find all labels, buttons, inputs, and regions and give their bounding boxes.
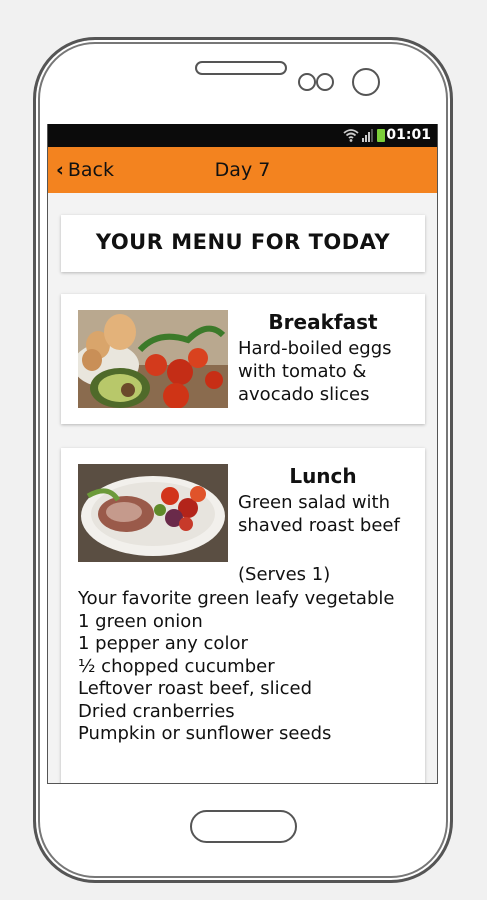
top-nav-bar: ‹ Back Day 7 [48, 147, 437, 193]
menu-title-card: YOUR MENU FOR TODAY [61, 215, 425, 272]
front-camera [352, 68, 380, 96]
wifi-icon [343, 129, 359, 142]
light-sensor [316, 73, 334, 91]
breakfast-card[interactable]: Breakfast Hard-boiled eggs with tomato &… [61, 294, 425, 424]
status-bar: 01:01 [48, 124, 437, 147]
lunch-serves: (Serves 1) [238, 564, 331, 585]
ingredient-item: 1 pepper any color [78, 633, 248, 654]
phone-speaker [195, 61, 287, 75]
ingredient-item: ½ chopped cucumber [78, 655, 275, 677]
page-title: Day 7 [214, 159, 271, 181]
status-time: 01:01 [386, 127, 431, 143]
ingredient-item: Dried cranberries [78, 700, 235, 722]
ingredient-item: Pumpkin or sunflower seeds [78, 723, 332, 744]
lunch-image [78, 464, 228, 562]
lunch-card[interactable]: Lunch Green salad with shaved roast beef… [61, 448, 425, 783]
lunch-ingredients-list: Your favorite green leafy vegetable 1 gr… [78, 588, 413, 746]
content-area[interactable]: YOUR MENU FOR TODAY Breakfast Hard-boile… [48, 193, 437, 783]
lunch-description: Green salad with shaved roast beef [238, 492, 400, 536]
breakfast-description: Hard-boiled eggs with tomato & avocado s… [238, 338, 392, 405]
menu-title: YOUR MENU FOR TODAY [95, 230, 391, 254]
signal-icon [362, 129, 373, 142]
battery-icon [377, 129, 385, 142]
lunch-title: Lunch [289, 464, 357, 488]
home-button[interactable] [190, 810, 297, 843]
ingredient-item: 1 green onion [78, 610, 203, 632]
ingredient-item: Your favorite green leafy vegetable [78, 588, 395, 609]
phone-screen: 01:01 ‹ Back Day 7 YOUR MENU FOR TODAY B… [47, 124, 438, 784]
breakfast-title: Breakfast [268, 310, 378, 334]
proximity-sensor [298, 73, 316, 91]
breakfast-image [78, 310, 228, 408]
ingredient-item: Leftover roast beef, sliced [78, 678, 313, 699]
